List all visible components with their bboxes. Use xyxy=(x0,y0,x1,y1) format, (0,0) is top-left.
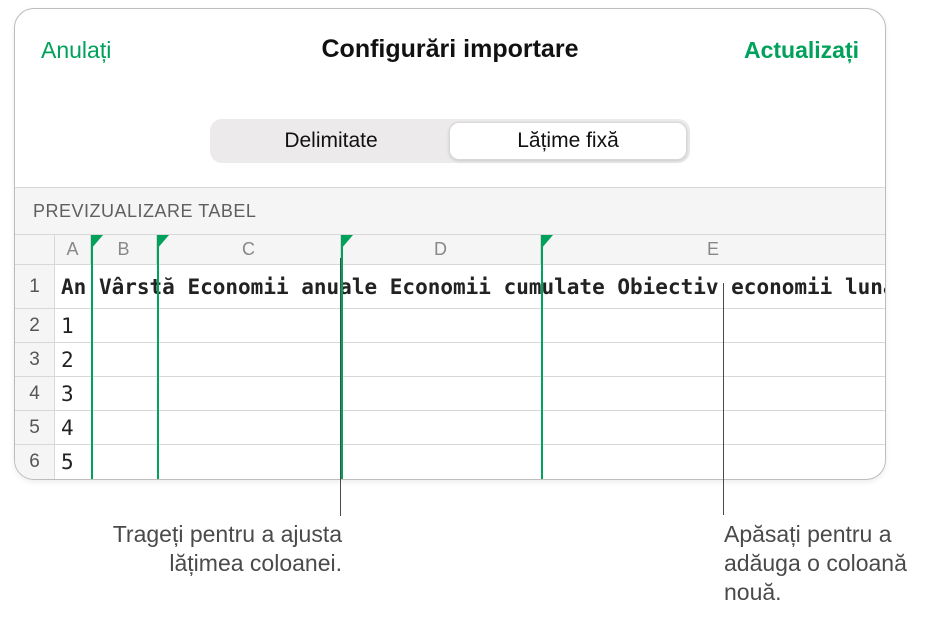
row-number[interactable]: 1 xyxy=(15,265,55,308)
table-row: 5 4 xyxy=(15,411,885,445)
callout-leader xyxy=(340,258,341,516)
cell[interactable]: Economii cumulate xyxy=(390,275,605,299)
cell[interactable]: 3 xyxy=(61,382,74,406)
table-row: 2 1 xyxy=(15,309,885,343)
table-row: 4 3 xyxy=(15,377,885,411)
cell[interactable]: Economii anuale xyxy=(187,275,377,299)
col-letter[interactable]: E xyxy=(541,235,885,264)
row-number[interactable]: 2 xyxy=(15,309,55,342)
table-row: 3 2 xyxy=(15,343,885,377)
row-num-blank xyxy=(15,235,55,264)
import-settings-panel: Anulați Configurări importare Actualizaț… xyxy=(14,8,886,480)
table-preview-section-label: PREVIZUALIZARE TABEL xyxy=(15,187,885,235)
column-break-line[interactable] xyxy=(91,235,93,479)
column-break-line[interactable] xyxy=(341,235,343,479)
column-break-line[interactable] xyxy=(157,235,159,479)
column-letters: A B C D E xyxy=(55,235,885,264)
col-letter[interactable]: C xyxy=(157,235,341,264)
table-row: 1 An Vârstă Economii anuale Economii cum… xyxy=(15,265,885,309)
segment-delimited[interactable]: Delimitate xyxy=(213,122,449,160)
update-button[interactable]: Actualizați xyxy=(744,37,859,64)
segment-fixed-width[interactable]: Lățime fixă xyxy=(449,122,687,160)
callout-drag: Trageți pentru a ajusta lățimea coloanei… xyxy=(112,520,342,578)
cell[interactable]: Vârstă xyxy=(99,275,175,299)
cell[interactable]: An xyxy=(61,275,86,299)
col-letter[interactable]: A xyxy=(55,235,91,264)
cell[interactable]: 2 xyxy=(61,348,74,372)
column-break-line[interactable] xyxy=(541,235,543,479)
import-mode-segmented[interactable]: Delimitate Lățime fixă xyxy=(210,119,690,163)
nav-bar: Anulați Configurări importare Actualizaț… xyxy=(15,9,885,89)
table-preview: A B C D E 1 An Vârstă Economii anuale xyxy=(15,235,885,479)
row-number[interactable]: 5 xyxy=(15,411,55,444)
cell[interactable]: 4 xyxy=(61,416,74,440)
cell[interactable]: Obiectiv economii lunare xyxy=(617,275,885,299)
cell[interactable]: 1 xyxy=(61,314,74,338)
cell[interactable]: 5 xyxy=(61,450,74,474)
column-header-row: A B C D E xyxy=(15,235,885,265)
callout-leader xyxy=(723,283,724,515)
col-letter[interactable]: D xyxy=(341,235,541,264)
table-row: 6 5 xyxy=(15,445,885,479)
row-number[interactable]: 6 xyxy=(15,445,55,479)
row-number[interactable]: 4 xyxy=(15,377,55,410)
row-number[interactable]: 3 xyxy=(15,343,55,376)
callout-tap: Apăsați pentru a adăuga o coloană nouă. xyxy=(724,520,924,606)
